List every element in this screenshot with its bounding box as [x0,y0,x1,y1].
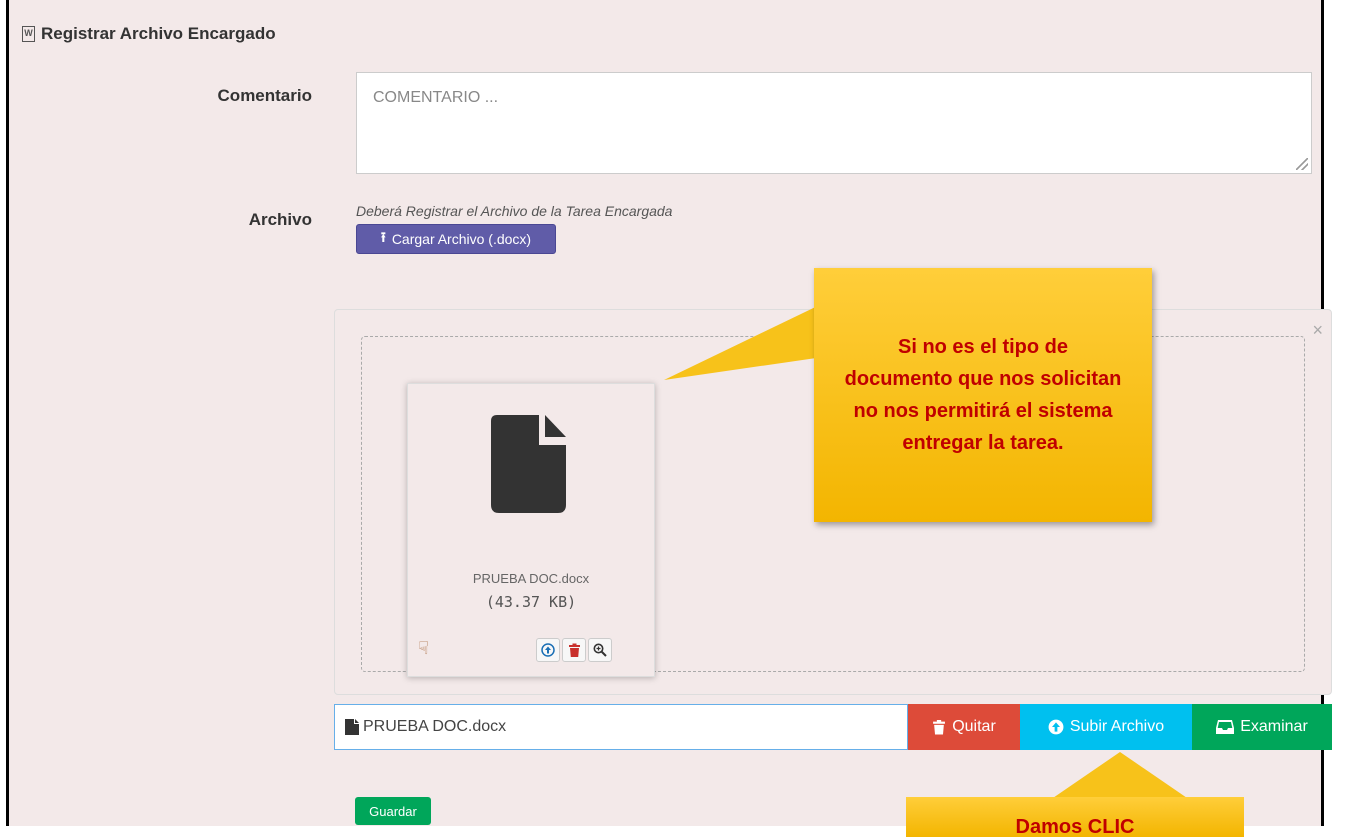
section-title: W Registrar Archivo Encargado [22,24,276,44]
upload-file-button[interactable] [536,638,560,662]
archivo-hint: Deberá Registrar el Archivo de la Tarea … [356,203,673,219]
file-small-icon [345,719,359,735]
comentario-textarea[interactable]: COMENTARIO ... [356,72,1312,174]
subir-archivo-label: Subir Archivo [1069,718,1165,735]
thumbnail-file-size: (43.37 KB) [485,593,577,611]
trash-icon [933,720,946,735]
quitar-button[interactable]: Quitar [908,704,1020,750]
comentario-placeholder: COMENTARIO ... [373,89,499,106]
section-title-text: Registrar Archivo Encargado [41,24,276,43]
drag-handle-icon[interactable]: ☟ [418,638,429,659]
subir-archivo-button[interactable]: Subir Archivo [1020,704,1192,750]
file-icon [491,415,566,513]
upload-icon: ⭱ [380,229,386,245]
trash-icon [568,643,580,657]
callout-warning: Si no es el tipo de documento que nos so… [814,268,1152,522]
callout-warning-text: Si no es el tipo de documento que nos so… [844,336,1122,454]
archivo-label: Archivo [248,210,312,229]
resize-grip-icon[interactable] [1296,158,1308,170]
examinar-button[interactable]: Examinar [1192,704,1332,750]
thumbnail-actions [536,638,612,662]
close-icon[interactable]: × [1312,320,1323,341]
quitar-label: Quitar [952,718,996,735]
file-thumbnail-card: PRUEBA DOC.docx (43.37 KB) ☟ [407,383,655,677]
callout-click: Damos CLIC [906,797,1244,837]
word-document-icon: W [22,26,35,42]
zoom-file-button[interactable] [588,638,612,662]
upload-circle-icon [1048,719,1064,735]
cargar-archivo-button[interactable]: ⭱ Cargar Archivo (.docx) [356,224,556,254]
cargar-archivo-label: Cargar Archivo (.docx) [391,231,532,247]
upload-circle-icon [541,643,555,657]
callout-click-text: Damos CLIC [1015,816,1135,837]
comentario-label: Comentario [217,86,312,105]
examinar-label: Examinar [1240,718,1308,735]
selected-file-name: PRUEBA DOC.docx [363,718,507,735]
inbox-icon [1216,720,1235,734]
thumbnail-file-name: PRUEBA DOC.docx [472,571,590,586]
delete-file-button[interactable] [562,638,586,662]
zoom-in-icon [593,643,607,657]
guardar-button[interactable]: Guardar [355,797,431,825]
selected-file-field[interactable]: PRUEBA DOC.docx [334,704,908,750]
file-input-group: PRUEBA DOC.docx Quitar Subir Archivo Exa… [334,704,1332,750]
